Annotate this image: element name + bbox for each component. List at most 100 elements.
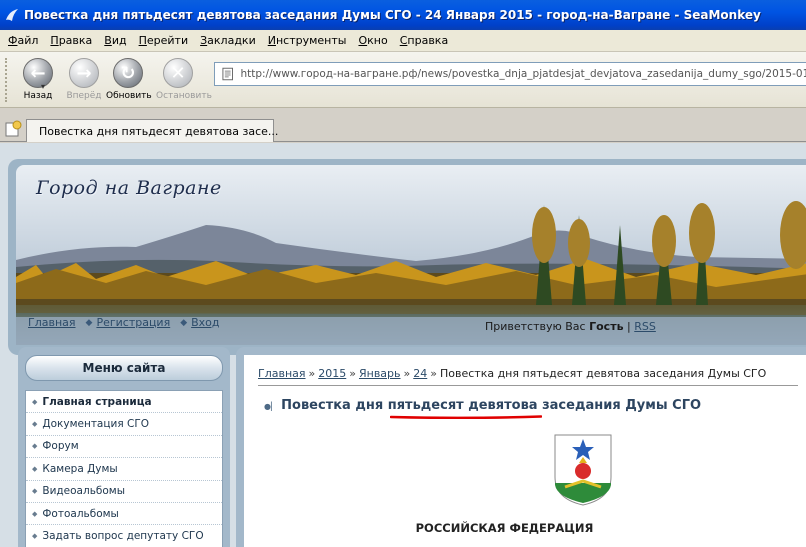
sidebar-item[interactable]: ◆ Форум — [26, 436, 222, 459]
greeting: Приветствую Вас Гость | RSS — [485, 320, 656, 333]
menu-item[interactable]: Файл — [8, 34, 38, 47]
forward-button-label: Вперёд — [66, 91, 102, 101]
sidebar-item-label: Главная страница — [42, 395, 152, 408]
article-title: Повестка дня пятьдесят девятова заседани… — [281, 398, 702, 413]
content-panel: Главная» 2015» Январь» 24» Повестка дня пять… — [244, 355, 806, 547]
menu-accelerator: В — [104, 34, 112, 47]
nav-separator-icon: ◆ — [85, 317, 93, 328]
red-underline-annotation — [390, 415, 542, 419]
menu-item[interactable]: Закладки — [200, 34, 256, 47]
menu-item[interactable]: Инструменты — [268, 34, 347, 47]
stop-button[interactable]: ✕ Остановить — [156, 58, 212, 101]
bullet-icon: ◆ — [32, 420, 38, 429]
web-page: Город на Вагране Главная ◆ Регистрация ◆… — [0, 143, 806, 547]
navigation-toolbar: ← ▾ Назад → Вперёд ↻ Обновить ✕ Останови… — [0, 52, 806, 108]
sidebar-menu: ◆ Главная страница ◆ Документация СГО ◆ Форум… — [25, 390, 223, 547]
sidebar-item[interactable]: ◆ Видеоальбомы — [26, 481, 222, 503]
menu-bar: Файл Правка Вид Перейти Закладки Инструменты О… — [0, 30, 806, 52]
reload-button[interactable]: ↻ Обновить — [106, 58, 152, 101]
tab-active[interactable]: Повестка дня пятьдесят девятова засе... — [26, 119, 278, 142]
menu-item[interactable]: Окно — [358, 34, 387, 47]
sidebar-heading: Меню сайта — [25, 355, 223, 381]
nav-home-link[interactable]: Главная — [28, 316, 76, 329]
site-title: Город на Вагране — [36, 177, 222, 199]
menu-item-label: акладки — [207, 34, 256, 47]
menu-accelerator: П — [138, 34, 147, 47]
menu-item[interactable]: Справка — [400, 34, 448, 47]
breadcrumb-day-link[interactable]: 24 — [413, 367, 427, 380]
bullet-icon: ◆ — [32, 509, 38, 518]
back-button[interactable]: ← ▾ Назад — [16, 58, 60, 101]
window-title-bar[interactable]: Повестка дня пятьдесят девятова заседани… — [0, 0, 806, 30]
menu-accelerator: И — [267, 34, 276, 47]
forward-arrow-icon: → — [69, 58, 99, 88]
article-subheading: РОССИЙСКАЯ ФЕДЕРАЦИЯ — [415, 521, 594, 535]
menu-item[interactable]: Перейти — [139, 34, 189, 47]
sidebar-item[interactable]: ◆ Документация СГО — [26, 413, 222, 436]
breadcrumb-separator: » — [430, 367, 437, 380]
sidebar-item-label: Форум — [42, 440, 79, 453]
back-button-label: Назад — [23, 91, 53, 101]
breadcrumb-separator: » — [308, 367, 316, 380]
bullet-icon: ◆ — [32, 397, 38, 406]
header-nav: Главная ◆ Регистрация ◆ Вход — [28, 316, 230, 329]
sidebar-item-label: Задать вопрос депутату СГО — [42, 530, 204, 543]
seamonkey-app-icon — [6, 9, 18, 21]
sidebar-item-label: Документация СГО — [42, 418, 149, 431]
sidebar-item[interactable]: ◆ Камера Думы — [26, 458, 222, 481]
sidebar: Меню сайта ◆ Главная страница ◆ Документаци… — [18, 347, 230, 547]
breadcrumb-year-link[interactable]: 2015 — [318, 367, 346, 380]
tab-label: Повестка дня пятьдесят девятова засе... — [39, 124, 279, 138]
sidebar-item[interactable]: ◆ Задать вопрос депутату СГО — [26, 525, 222, 547]
greeting-prefix: Приветствую Вас — [485, 320, 586, 333]
breadcrumb-home-link[interactable]: Главная — [258, 367, 306, 380]
menu-item-label: правка — [407, 34, 449, 47]
rss-link[interactable]: RSS — [634, 320, 656, 333]
reload-icon: ↻ — [113, 58, 143, 88]
address-url[interactable]: http://www.город-на-вагране.рф/news/pove… — [240, 68, 806, 80]
breadcrumb: Главная» 2015» Январь» 24» Повестка дня пять… — [258, 367, 766, 380]
sidebar-item-label: Фотоальбомы — [42, 507, 119, 520]
bullet-icon: ◆ — [32, 442, 38, 451]
bullet-icon: ◆ — [32, 487, 38, 496]
nav-login-link[interactable]: Вход — [191, 316, 219, 329]
sidebar-item-label: Видеоальбомы — [42, 485, 126, 498]
window-title: Повестка дня пятьдесят девятова заседани… — [24, 8, 761, 22]
sidebar-item-label: Камера Думы — [42, 462, 118, 475]
greeting-user: Гость — [589, 320, 624, 333]
nav-register-link[interactable]: Регистрация — [96, 316, 170, 329]
sidebar-item[interactable]: ◆ Фотоальбомы — [26, 503, 222, 526]
menu-item[interactable]: Правка — [50, 34, 92, 47]
breadcrumb-separator: » — [403, 367, 411, 380]
main-content: Главная» 2015» Январь» 24» Повестка дня пять… — [236, 347, 806, 547]
title-bullet-icon: ●▏ — [264, 402, 278, 411]
forward-button[interactable]: → Вперёд — [62, 58, 106, 101]
sidebar-item[interactable]: ◆ Главная страница — [26, 391, 222, 414]
back-dropdown-icon[interactable]: ▾ — [38, 82, 48, 91]
menu-accelerator: О — [358, 34, 368, 47]
breadcrumb-separator: » — [349, 367, 356, 380]
article-title-row: ●▏ Повестка дня пятьдесят девятова заседа… — [264, 398, 701, 413]
tab-bar: Повестка дня пятьдесят девятова засе... — [0, 116, 806, 142]
menu-accelerator: П — [50, 34, 59, 47]
menu-item-label: ид — [111, 34, 127, 47]
greeting-separator: | — [627, 320, 631, 333]
page-icon — [222, 67, 233, 81]
stop-button-label: Остановить — [156, 91, 212, 101]
menu-item-label: айл — [17, 34, 39, 47]
nav-separator-icon: ◆ — [180, 317, 188, 328]
bullet-icon: ◆ — [32, 464, 38, 473]
breadcrumb-divider — [258, 385, 798, 386]
breadcrumb-month-link[interactable]: Январь — [359, 367, 401, 380]
menu-item-label: кно — [367, 34, 388, 47]
coat-of-arms-image — [554, 434, 612, 506]
stop-icon: ✕ — [163, 58, 193, 88]
menu-item[interactable]: Вид — [104, 34, 126, 47]
new-tab-icon[interactable] — [4, 120, 22, 138]
menu-item-label: ерейти — [146, 34, 189, 47]
toolbar-grip[interactable] — [5, 58, 9, 102]
reload-button-label: Обновить — [106, 91, 152, 101]
bullet-icon: ◆ — [32, 532, 38, 541]
address-bar[interactable]: http://www.город-на-вагране.рф/news/pove… — [214, 62, 806, 86]
breadcrumb-current: Повестка дня пятьдесят девятова заседани… — [439, 367, 767, 380]
